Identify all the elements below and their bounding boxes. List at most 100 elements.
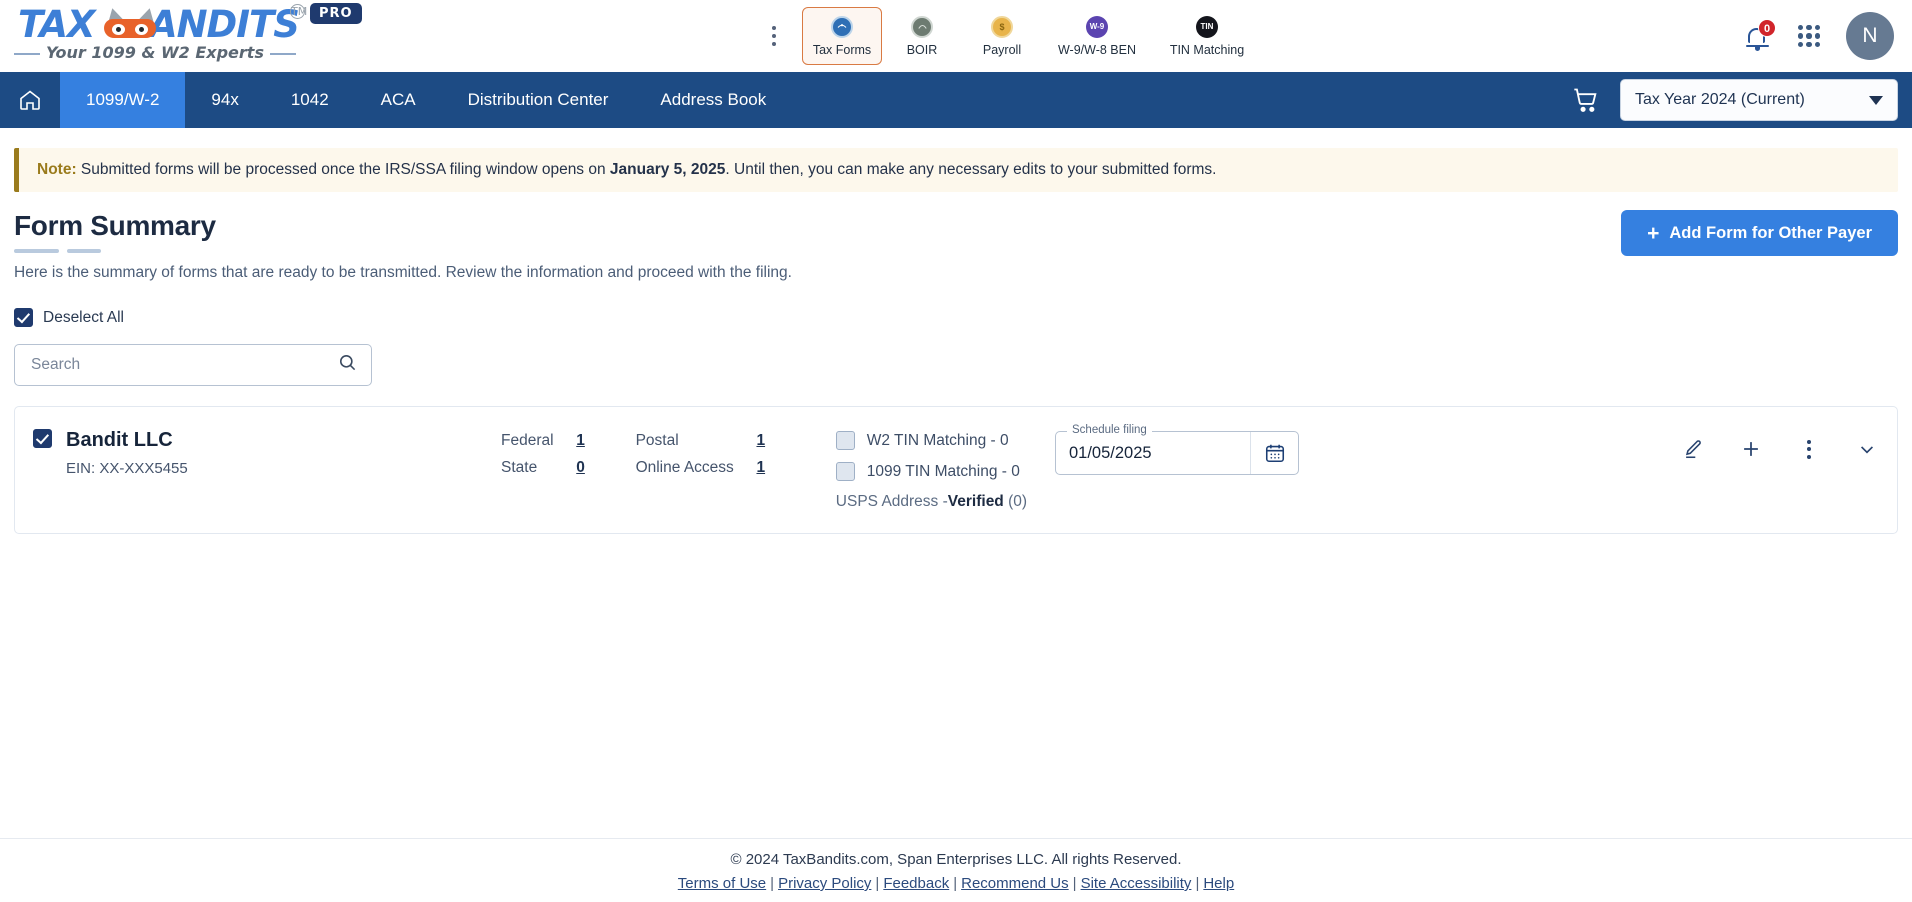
usps-address-status: USPS Address -Verified (0)	[836, 493, 1027, 511]
schedule-filing-date[interactable]: 01/05/2025	[1069, 444, 1152, 463]
nav-right-group: Tax Year 2024 (Current)	[1572, 72, 1898, 128]
logo-tagline: Your 1099 & W2 Experts	[14, 43, 296, 62]
site-footer: © 2024 TaxBandits.com, Span Enterprises …	[0, 838, 1912, 892]
search-icon[interactable]	[338, 353, 357, 377]
payer-ein: EIN: XX-XXX5455	[66, 460, 188, 477]
shopping-cart-icon[interactable]	[1572, 86, 1600, 114]
payer-select-checkbox[interactable]	[33, 429, 52, 448]
footer-link-site-accessibility[interactable]: Site Accessibility	[1081, 875, 1192, 892]
footer-link-help[interactable]: Help	[1203, 875, 1234, 892]
app-tab-payroll[interactable]: $ Payroll	[962, 7, 1042, 65]
1099-tin-matching-row[interactable]: 1099 TIN Matching - 0	[835, 462, 1027, 481]
copyright-text: © 2024 TaxBandits.com, Span Enterprises …	[730, 851, 1182, 868]
chevron-down-icon[interactable]	[1855, 437, 1879, 461]
calendar-icon[interactable]	[1250, 432, 1298, 474]
count-value-state[interactable]: 0	[564, 459, 598, 477]
app-tab-tax-forms[interactable]: Tax Forms	[802, 7, 882, 65]
tin-matching-options: W2 TIN Matching - 0 1099 TIN Matching - …	[835, 431, 1027, 511]
count-label-state: State	[501, 459, 538, 476]
footer-link-recommend-us[interactable]: Recommend Us	[961, 875, 1069, 892]
w2-tin-matching-checkbox[interactable]	[835, 431, 855, 450]
count-label-online-access: Online Access	[635, 459, 734, 476]
bell-clapper-icon	[1754, 47, 1760, 51]
notifications-button[interactable]: 0	[1746, 19, 1776, 51]
1099-tin-matching-checkbox[interactable]	[835, 462, 855, 481]
plus-icon[interactable]	[1739, 437, 1763, 461]
footer-link-feedback[interactable]: Feedback	[883, 875, 949, 892]
count-value-postal[interactable]: 1	[744, 432, 778, 450]
count-label-federal: Federal	[501, 432, 554, 449]
page-header-left: Form Summary Here is the summary of form…	[14, 210, 792, 282]
pro-badge: PRO	[310, 3, 362, 24]
nav-item-1042[interactable]: 1042	[265, 72, 355, 128]
usps-count: (0)	[1008, 493, 1028, 510]
bandit-mask-icon	[102, 6, 158, 38]
taxbandits-logo[interactable]: TAXBBANDITS TM PRO Your 1099 & W2 Expert…	[14, 2, 362, 64]
app-tab-label: TIN Matching	[1169, 42, 1245, 57]
note-text-before: Submitted forms will be processed once t…	[76, 161, 610, 178]
footer-separator: |	[1195, 875, 1200, 892]
user-avatar[interactable]: N	[1846, 12, 1894, 60]
usps-status: Verified	[947, 493, 1004, 510]
nav-item-94x[interactable]: 94x	[185, 72, 264, 128]
count-label-postal: Postal	[635, 432, 679, 449]
deselect-all-row[interactable]: Deselect All	[14, 308, 1898, 327]
form-counts: Federal 1 Postal 1 State 0 Online Access…	[501, 432, 778, 477]
more-vertical-icon[interactable]	[1797, 437, 1821, 461]
footer-link-terms-of-use[interactable]: Terms of Use	[678, 875, 766, 892]
w2-tin-matching-row[interactable]: W2 TIN Matching - 0	[835, 431, 1027, 450]
irs-seal-icon	[831, 15, 853, 38]
tax-year-value: Tax Year 2024 (Current)	[1635, 91, 1805, 108]
header-right-actions: 0 N	[1746, 0, 1894, 72]
plus-icon: +	[1647, 221, 1660, 245]
add-form-for-other-payer-button[interactable]: + Add Form for Other Payer	[1621, 210, 1898, 256]
filing-window-note: Note: Submitted forms will be processed …	[14, 148, 1898, 192]
footer-link-privacy-policy[interactable]: Privacy Policy	[778, 875, 871, 892]
usps-prefix: USPS Address -	[835, 493, 948, 510]
payer-identity: Bandit LLC EIN: XX-XXX5455	[33, 429, 493, 477]
app-switcher: Tax Forms BOIR $ Payroll W-9 W-9/W-8 BEN…	[760, 0, 1262, 72]
note-text-after: . Until then, you can make any necessary…	[725, 161, 1217, 178]
page-title: Form Summary	[14, 210, 216, 241]
nav-item-distribution-center[interactable]: Distribution Center	[442, 72, 635, 128]
app-tab-w9-w8ben[interactable]: W-9 W-9/W-8 BEN	[1042, 7, 1152, 65]
tax-year-select[interactable]: Tax Year 2024 (Current)	[1620, 79, 1898, 121]
header-more-icon[interactable]	[760, 16, 788, 56]
edit-icon[interactable]	[1681, 437, 1705, 461]
count-value-federal[interactable]: 1	[564, 432, 598, 450]
schedule-filing-input-wrap[interactable]: Schedule filing 01/05/2025	[1055, 424, 1299, 475]
fincen-seal-icon	[911, 15, 933, 38]
app-tab-label: Payroll	[982, 42, 1022, 57]
nav-item-1099-w2[interactable]: 1099/W-2	[60, 72, 186, 128]
nav-item-aca[interactable]: ACA	[355, 72, 442, 128]
search-input[interactable]	[29, 355, 319, 375]
payer-name: Bandit LLC	[66, 429, 173, 451]
app-tab-label: Tax Forms	[812, 42, 872, 57]
footer-separator: |	[1072, 875, 1077, 892]
dollar-coin-icon: $	[991, 15, 1013, 38]
tin-badge-icon: TIN	[1196, 15, 1218, 38]
app-tab-boir[interactable]: BOIR	[882, 7, 962, 65]
logo-wordmark: TAXBBANDITS	[18, 3, 300, 46]
footer-separator: |	[875, 875, 880, 892]
apps-grid-icon[interactable]	[1798, 25, 1820, 47]
footer-separator: |	[770, 875, 775, 892]
app-tab-tin-matching[interactable]: TIN TIN Matching	[1152, 7, 1262, 65]
logo-prefix: TAX	[18, 3, 96, 46]
logo-suffix: ANDITS	[148, 3, 300, 46]
page-subtitle: Here is the summary of forms that are re…	[14, 264, 792, 281]
count-value-online-access[interactable]: 1	[744, 459, 778, 477]
w2-tin-matching-label: W2 TIN Matching - 0	[866, 431, 1009, 449]
page-body: Form Summary Here is the summary of form…	[0, 210, 1912, 534]
footer-separator: |	[953, 875, 958, 892]
nav-item-address-book[interactable]: Address Book	[634, 72, 792, 128]
note-date: January 5, 2025	[609, 161, 726, 178]
title-underline-decoration	[14, 249, 792, 253]
app-tab-label: BOIR	[906, 42, 938, 57]
deselect-all-label: Deselect All	[43, 308, 124, 326]
deselect-all-checkbox[interactable]	[14, 308, 33, 327]
trademark-icon: TM	[290, 4, 308, 19]
nav-home-icon[interactable]	[0, 72, 60, 128]
search-box[interactable]	[14, 344, 372, 386]
chevron-down-icon	[1869, 95, 1883, 105]
